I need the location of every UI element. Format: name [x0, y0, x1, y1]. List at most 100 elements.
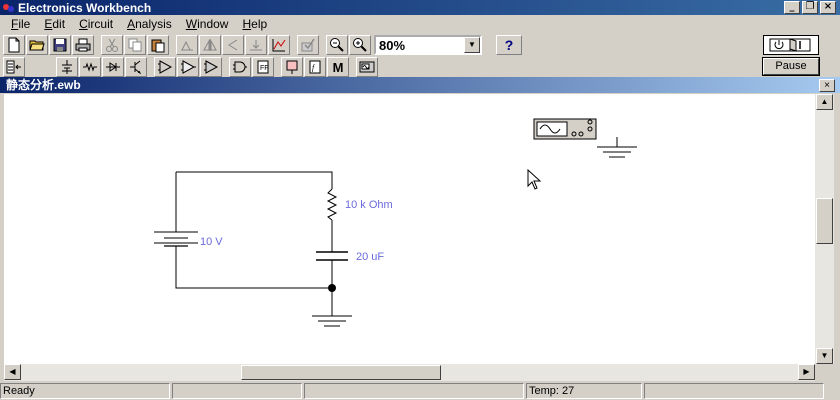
- paste-button[interactable]: [147, 35, 169, 55]
- rotate-button[interactable]: [176, 35, 198, 55]
- function-generator-instrument[interactable]: [533, 118, 597, 140]
- logic-gates-bin-button[interactable]: [229, 57, 251, 77]
- print-button[interactable]: [72, 35, 94, 55]
- menu-circuit[interactable]: Circuit: [72, 17, 120, 31]
- description-button[interactable]: [297, 35, 319, 55]
- junction-node[interactable]: [328, 284, 336, 292]
- menu-window[interactable]: Window: [179, 17, 236, 31]
- save-button[interactable]: [49, 35, 71, 55]
- document-title: 静态分析.ewb: [0, 77, 840, 93]
- wire-top[interactable]: [176, 171, 333, 189]
- basic-bin-button[interactable]: [79, 57, 101, 77]
- capacitor-symbol[interactable]: [316, 251, 348, 261]
- graph-icon: [272, 39, 286, 52]
- status-panel-2: [172, 383, 302, 399]
- zoom-in-icon: [353, 38, 367, 52]
- restore-button[interactable]: ❐: [802, 1, 818, 14]
- power-switch[interactable]: [763, 35, 819, 55]
- app-logo-icon: [2, 2, 16, 14]
- horizontal-scrollbar[interactable]: ◀ ▶: [4, 364, 815, 381]
- digital-ics-bin-button[interactable]: [200, 57, 222, 77]
- folder-open-icon: [29, 40, 45, 51]
- circuit-canvas[interactable]: 10 V 10 k Ohm 20 uF: [4, 94, 815, 364]
- scroll-left-button[interactable]: ◀: [4, 364, 21, 380]
- opamp-icon: [158, 60, 173, 74]
- scroll-down-button[interactable]: ▼: [816, 348, 833, 364]
- zoom-out-icon: [330, 38, 344, 52]
- resistor-icon: [83, 62, 97, 72]
- zoom-select[interactable]: 80% ▼: [374, 35, 482, 55]
- scroll-right-button[interactable]: ▶: [798, 364, 815, 380]
- printer-icon: [75, 38, 91, 52]
- diodes-bin-button[interactable]: [102, 57, 124, 77]
- parts-toolbar: FF f M: [3, 55, 379, 79]
- control-icon: f: [309, 60, 321, 74]
- vertical-scroll-thumb[interactable]: [816, 198, 833, 244]
- power-switch-icon: [769, 38, 811, 52]
- title-bar: Electronics Workbench _ ❐ ×: [0, 0, 840, 15]
- battery-label[interactable]: 10 V: [200, 236, 223, 248]
- controls-bin-button[interactable]: f: [304, 57, 326, 77]
- component-properties-button[interactable]: [245, 35, 267, 55]
- digital-bin-button[interactable]: FF: [252, 57, 274, 77]
- battery-icon: [62, 60, 72, 74]
- menu-help[interactable]: Help: [235, 17, 274, 31]
- save-icon: [53, 38, 67, 52]
- instrument-ground-symbol[interactable]: [597, 137, 637, 158]
- create-subcircuit-button[interactable]: [268, 35, 290, 55]
- new-file-icon: [8, 37, 20, 53]
- svg-text:FF: FF: [260, 65, 269, 72]
- flip-vertical-button[interactable]: [222, 35, 244, 55]
- indicators-bin-button[interactable]: [281, 57, 303, 77]
- zoom-out-button[interactable]: [326, 35, 348, 55]
- and-gate-icon: [233, 61, 247, 73]
- transistor-icon: [130, 60, 142, 75]
- close-button[interactable]: ×: [820, 1, 836, 14]
- circuit-diagram: 10 V 10 k Ohm 20 uF: [154, 118, 637, 327]
- flip-flop-icon: FF: [257, 60, 269, 74]
- horizontal-scroll-thumb[interactable]: [241, 365, 441, 380]
- mixed-ics-bin-button[interactable]: [177, 57, 199, 77]
- ground-symbol[interactable]: [312, 315, 352, 327]
- chevron-down-icon[interactable]: ▼: [464, 37, 480, 53]
- status-bar: Ready Temp: 27: [0, 383, 840, 400]
- flip-vertical-icon: [228, 39, 238, 51]
- digital-ic-icon: [204, 60, 219, 74]
- flip-horizontal-icon: [203, 39, 217, 51]
- document-close-button[interactable]: ×: [819, 79, 835, 92]
- cut-button[interactable]: [101, 35, 123, 55]
- miscellaneous-bin-button[interactable]: M: [327, 57, 349, 77]
- flip-horizontal-button[interactable]: [199, 35, 221, 55]
- zoom-in-button[interactable]: [349, 35, 371, 55]
- sources-bin-button[interactable]: [56, 57, 78, 77]
- open-file-button[interactable]: [26, 35, 48, 55]
- menu-file[interactable]: File: [4, 17, 37, 31]
- menu-analysis[interactable]: Analysis: [120, 17, 179, 31]
- copy-button[interactable]: [124, 35, 146, 55]
- resistor-symbol[interactable]: [326, 188, 338, 221]
- vertical-scrollbar[interactable]: ▲ ▼: [815, 94, 834, 364]
- status-temp: Temp: 27: [526, 383, 642, 399]
- battery-symbol[interactable]: [154, 231, 198, 247]
- help-button[interactable]: ?: [496, 35, 522, 55]
- transistors-bin-button[interactable]: [125, 57, 147, 77]
- copy-icon: [128, 38, 142, 52]
- rotate-icon: [181, 40, 193, 51]
- favorites-bin-button[interactable]: [3, 57, 25, 77]
- status-ready: Ready: [0, 383, 170, 399]
- menu-edit[interactable]: Edit: [37, 17, 72, 31]
- analog-ics-bin-button[interactable]: [154, 57, 176, 77]
- capacitor-label[interactable]: 20 uF: [356, 251, 384, 263]
- component-properties-icon: [250, 40, 262, 51]
- minimize-button[interactable]: _: [784, 1, 800, 14]
- indicator-icon: [286, 60, 298, 74]
- resistor-label[interactable]: 10 k Ohm: [345, 199, 393, 211]
- new-file-button[interactable]: [3, 35, 25, 55]
- scroll-up-button[interactable]: ▲: [816, 94, 833, 110]
- scissors-icon: [106, 38, 118, 52]
- pause-button[interactable]: Pause: [762, 57, 820, 76]
- instruments-bin-button[interactable]: [356, 57, 378, 77]
- main-toolbar: 80% ▼ ?: [3, 33, 522, 57]
- wire-left-bottom[interactable]: [175, 246, 332, 289]
- menu-bar: File Edit Circuit Analysis Window Help: [0, 15, 840, 32]
